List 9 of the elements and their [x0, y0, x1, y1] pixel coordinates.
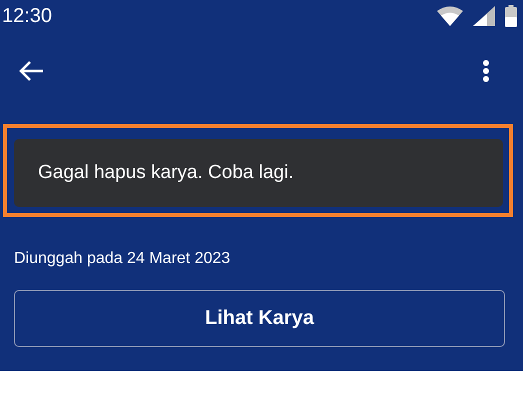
- snackbar-message: Gagal hapus karya. Coba lagi.: [38, 162, 294, 184]
- view-work-button[interactable]: Lihat Karya: [14, 290, 505, 347]
- signal-icon: [473, 6, 495, 26]
- battery-icon: [505, 5, 517, 27]
- back-icon[interactable]: [18, 60, 44, 82]
- upload-date: Diunggah pada 24 Maret 2023: [14, 249, 232, 269]
- status-time: 12:30: [2, 4, 52, 28]
- more-icon[interactable]: [482, 59, 490, 83]
- wifi-icon: [437, 6, 463, 26]
